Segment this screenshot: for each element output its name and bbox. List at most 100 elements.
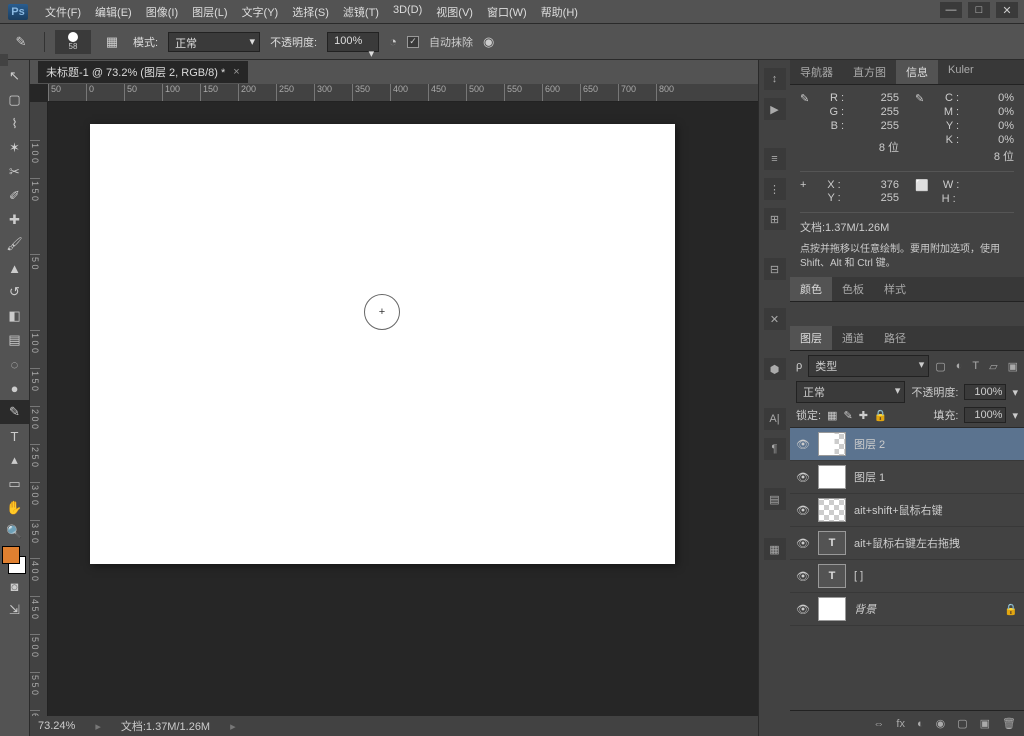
brush-tool[interactable]: 🖌: [0, 232, 29, 256]
pen-tool[interactable]: ✎: [0, 400, 29, 424]
current-tool-icon[interactable]: ✎: [8, 30, 34, 54]
eyedropper-tool[interactable]: ✐: [0, 184, 29, 208]
panel-tab[interactable]: 信息: [896, 60, 938, 84]
layer-mask-icon[interactable]: ◐: [917, 718, 924, 730]
layer-name[interactable]: ait+shift+鼠标右键: [854, 502, 1018, 518]
lock-pos-icon[interactable]: ✚: [859, 409, 868, 422]
blur-tool[interactable]: ◌: [0, 352, 29, 376]
lock-trans-icon[interactable]: ▦: [827, 409, 837, 422]
layer-row[interactable]: 👁 图层 1: [790, 461, 1024, 494]
minimize-button[interactable]: —: [940, 2, 962, 18]
layer-name[interactable]: 图层 2: [854, 436, 1018, 452]
panel-tab[interactable]: 图层: [790, 326, 832, 350]
layer-row[interactable]: 👁 T [ ]: [790, 560, 1024, 593]
para-panel-icon[interactable]: ¶: [764, 438, 786, 460]
panel-tab[interactable]: Kuler: [938, 60, 984, 84]
layer-thumbnail[interactable]: [818, 465, 846, 489]
history-brush-tool[interactable]: ↺: [0, 280, 29, 304]
document-tab[interactable]: 未标题-1 @ 73.2% (图层 2, RGB/8) * ×: [38, 61, 248, 83]
panel-tab[interactable]: 路径: [874, 326, 916, 350]
visibility-toggle-icon[interactable]: 👁: [796, 570, 810, 583]
vertical-ruler[interactable]: 1 0 01 5 05 01 0 01 5 02 0 02 5 03 0 03 …: [30, 102, 48, 736]
filter-type-icon[interactable]: T: [972, 360, 979, 373]
layer-row[interactable]: 👁 Tait+鼠标右键左右拖拽: [790, 527, 1024, 560]
opacity-select[interactable]: 100%: [327, 32, 379, 52]
brush-presets-panel-icon[interactable]: ⋮: [764, 178, 786, 200]
clone-source-panel-icon[interactable]: ⊞: [764, 208, 786, 230]
maximize-button[interactable]: □: [968, 2, 990, 18]
brush-panel-toggle[interactable]: ▦: [101, 30, 123, 54]
pressure-opacity-icon[interactable]: ◔: [389, 30, 397, 54]
panel-tab[interactable]: 颜色: [790, 277, 832, 301]
heal-tool[interactable]: ✚: [0, 208, 29, 232]
layer-blend-select[interactable]: 正常: [796, 381, 905, 403]
lasso-tool[interactable]: ⌇: [0, 112, 29, 136]
quick-select-tool[interactable]: ✶: [0, 136, 29, 160]
new-layer-icon[interactable]: ▣: [980, 717, 990, 730]
layer-fx-icon[interactable]: fx: [896, 718, 905, 730]
layer-name[interactable]: [ ]: [854, 570, 1018, 582]
layer-group-icon[interactable]: ▢: [957, 717, 967, 730]
visibility-toggle-icon[interactable]: 👁: [796, 504, 810, 517]
blend-mode-select[interactable]: 正常: [168, 32, 260, 52]
layer-row[interactable]: 👁图层 2: [790, 428, 1024, 461]
layer-name[interactable]: 图层 1: [854, 469, 1018, 485]
history-panel-icon[interactable]: ↕: [764, 68, 786, 90]
menu-item[interactable]: 文件(F): [38, 4, 88, 20]
layer-name[interactable]: 背景: [854, 601, 996, 617]
layer-thumbnail[interactable]: T: [818, 531, 846, 555]
menu-item[interactable]: 窗口(W): [480, 4, 534, 20]
filter-adjust-icon[interactable]: ◐: [956, 360, 963, 373]
lock-paint-icon[interactable]: ✎: [843, 409, 852, 422]
layer-row[interactable]: 👁背景🔒: [790, 593, 1024, 626]
shape-tool[interactable]: ▭: [0, 472, 29, 496]
visibility-toggle-icon[interactable]: 👁: [796, 603, 810, 616]
menu-item[interactable]: 文字(Y): [235, 4, 286, 20]
horizontal-ruler[interactable]: 5005010015020025030035040045050055060065…: [48, 84, 758, 102]
panel-tab[interactable]: 导航器: [790, 60, 843, 84]
hand-tool[interactable]: ✋: [0, 496, 29, 520]
zoom-level[interactable]: 73.24%: [38, 720, 75, 732]
layer-thumbnail[interactable]: [818, 498, 846, 522]
actions-panel-icon[interactable]: ▶: [764, 98, 786, 120]
properties-panel-icon[interactable]: ⊟: [764, 258, 786, 280]
tab-close-icon[interactable]: ×: [233, 66, 239, 78]
panel-tab[interactable]: 色板: [832, 277, 874, 301]
brushes-panel-icon[interactable]: ≡: [764, 148, 786, 170]
delete-layer-icon[interactable]: 🗑: [1002, 717, 1016, 730]
layer-name[interactable]: ait+鼠标右键左右拖拽: [854, 535, 1018, 551]
3d-panel-icon[interactable]: ⬢: [764, 358, 786, 380]
notes-panel-icon[interactable]: ▤: [764, 488, 786, 510]
gradient-tool[interactable]: ▤: [0, 328, 29, 352]
menu-item[interactable]: 图层(L): [185, 4, 234, 20]
lock-all-icon[interactable]: 🔒: [874, 409, 888, 422]
filter-pixel-icon[interactable]: ▢: [935, 360, 945, 373]
canvas[interactable]: +: [90, 124, 675, 564]
link-layers-icon[interactable]: ⇔: [873, 718, 884, 730]
layer-thumbnail[interactable]: T: [818, 564, 846, 588]
stamp-tool[interactable]: ▲: [0, 256, 29, 280]
menu-item[interactable]: 视图(V): [429, 4, 480, 20]
menu-item[interactable]: 选择(S): [285, 4, 336, 20]
dodge-tool[interactable]: ●: [0, 376, 29, 400]
panel-tab[interactable]: 直方图: [843, 60, 896, 84]
visibility-toggle-icon[interactable]: 👁: [796, 537, 810, 550]
menu-item[interactable]: 3D(D): [386, 4, 429, 20]
close-button[interactable]: ✕: [996, 2, 1018, 18]
type-tool[interactable]: T: [0, 424, 29, 448]
layer-thumbnail[interactable]: [818, 597, 846, 621]
filter-shape-icon[interactable]: ▱: [989, 360, 997, 373]
brush-preset[interactable]: 58: [55, 30, 91, 54]
screen-mode-toggle[interactable]: ⇲: [0, 598, 29, 622]
zoom-tool[interactable]: 🔍: [0, 520, 29, 544]
auto-erase-checkbox[interactable]: ✓: [407, 36, 419, 48]
layer-fill-input[interactable]: 100%: [964, 407, 1006, 423]
swatches-panel-icon[interactable]: ▦: [764, 538, 786, 560]
layer-filter-select[interactable]: 类型: [808, 355, 929, 377]
layer-thumbnail[interactable]: [818, 432, 846, 456]
menu-item[interactable]: 图像(I): [139, 4, 185, 20]
layer-row[interactable]: 👁 ait+shift+鼠标右键: [790, 494, 1024, 527]
move-tool[interactable]: ↖: [0, 64, 29, 88]
fill-dropdown-icon[interactable]: ▾: [1012, 409, 1018, 422]
visibility-toggle-icon[interactable]: 👁: [796, 471, 810, 484]
